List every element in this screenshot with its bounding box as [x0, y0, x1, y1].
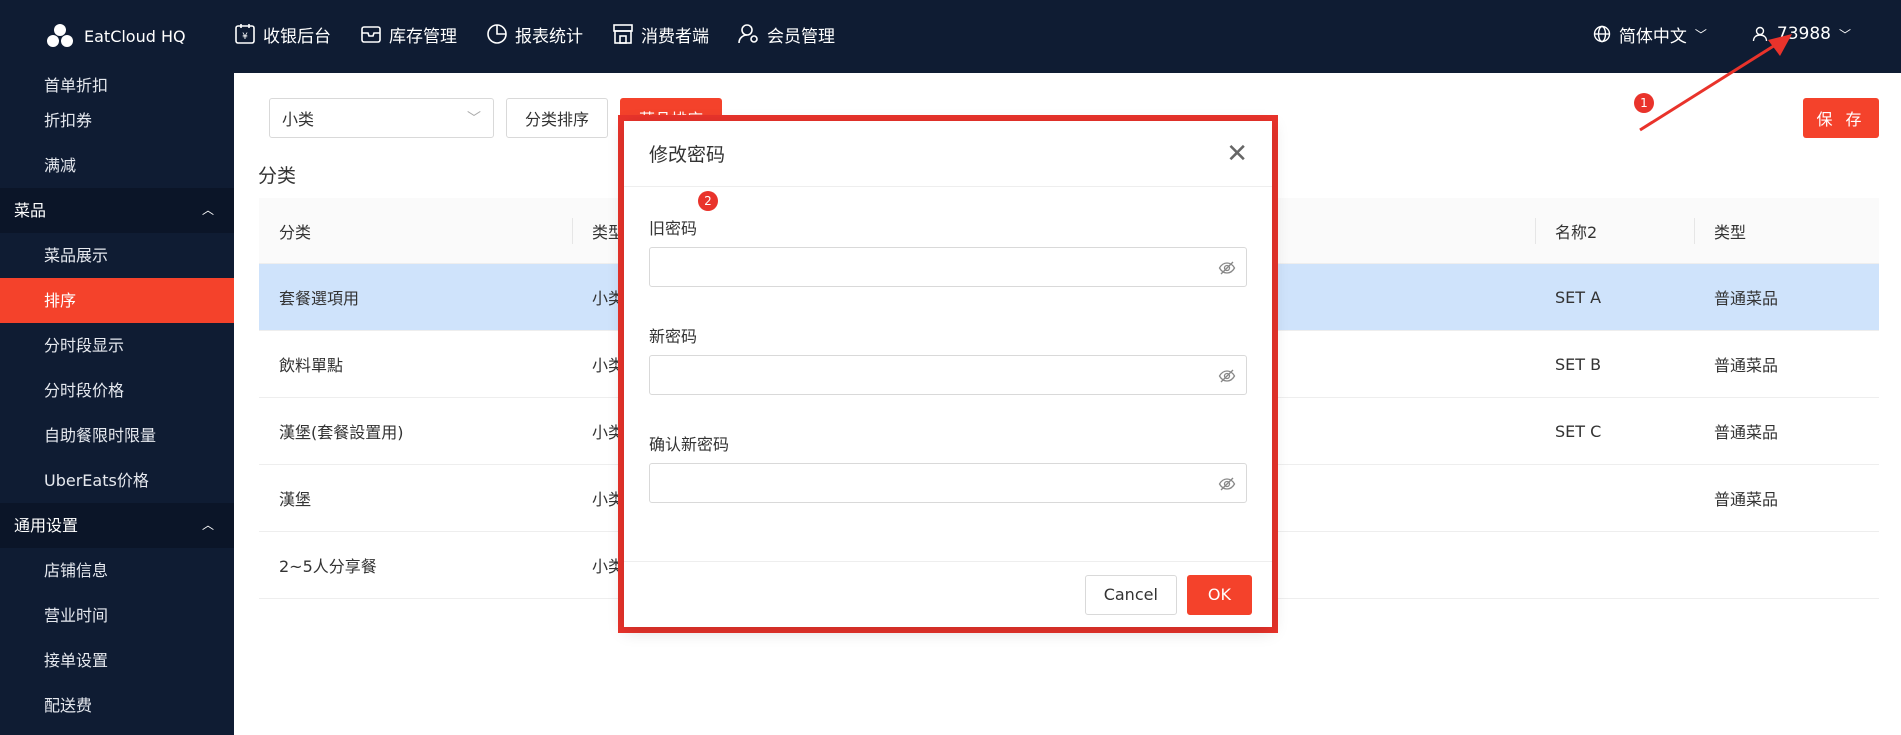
new-password-field-wrapper: [649, 355, 1247, 395]
category-sort-button[interactable]: 分类排序: [506, 98, 609, 138]
sidebar-group-dishes[interactable]: 菜品 ︿: [0, 188, 234, 233]
sidebar-item-ubereats-price[interactable]: UberEats价格: [0, 458, 234, 503]
sidebar-item-delivery-fee[interactable]: 配送费: [0, 683, 234, 728]
cell-category: 飲料單點: [279, 356, 344, 375]
sidebar-item-timed-price[interactable]: 分时段价格: [0, 368, 234, 413]
annotation-badge-1: 1: [1634, 93, 1654, 113]
chevron-up-icon: ︿: [201, 203, 214, 217]
sidebar-item-sort[interactable]: 排序: [0, 278, 234, 323]
cell-category: 2~5人分享餐: [279, 557, 377, 576]
sidebar: 首单折扣 折扣券 满减 菜品 ︿ 菜品展示 排序 分时段显示 分时段价格 自助餐…: [0, 73, 234, 735]
section-title: 分类: [258, 165, 297, 187]
globe-icon: [1593, 25, 1611, 43]
ok-button[interactable]: OK: [1186, 574, 1252, 615]
sidebar-item-full-reduction[interactable]: 满减: [0, 143, 234, 188]
cell-name2: SET B: [1555, 354, 1602, 374]
cell-dish-type: 普通菜品: [1714, 423, 1779, 442]
chevron-up-icon: ︿: [201, 518, 214, 532]
sidebar-item-business-hours[interactable]: 营业时间: [0, 593, 234, 638]
new-password-label: 新密码: [649, 327, 698, 346]
old-password-label: 旧密码: [649, 219, 698, 238]
dialog-title: 修改密码: [649, 144, 726, 166]
confirm-password-field-wrapper: [649, 463, 1247, 503]
sidebar-item-dish-display[interactable]: 菜品展示: [0, 233, 234, 278]
confirm-password-input[interactable]: [650, 464, 1246, 502]
eye-hidden-icon[interactable]: [1218, 475, 1236, 493]
cancel-button[interactable]: Cancel: [1084, 574, 1177, 615]
old-password-field-wrapper: [649, 247, 1247, 287]
annotation-badge-2: 2: [698, 191, 718, 211]
cell-dish-type: 普通菜品: [1714, 490, 1779, 509]
sidebar-item-order-settings[interactable]: 接单设置: [0, 638, 234, 683]
eye-hidden-icon[interactable]: [1218, 367, 1236, 385]
category-level-select[interactable]: 小类 ﹀: [269, 98, 494, 138]
header-name2: 名称2: [1555, 222, 1598, 242]
pie-chart-icon: [487, 24, 507, 44]
close-icon[interactable]: ✕: [1226, 141, 1248, 167]
nav-inventory[interactable]: 库存管理: [359, 16, 457, 52]
new-password-input[interactable]: [650, 356, 1246, 394]
sidebar-group-general[interactable]: 通用设置 ︿: [0, 503, 234, 548]
cashier-icon: ¥: [235, 24, 255, 44]
nav-consumer[interactable]: 消费者端: [611, 16, 709, 52]
brand-name: EatCloud HQ: [84, 26, 186, 46]
sidebar-item-first-order-discount[interactable]: 首单折扣: [0, 73, 234, 98]
nav-cashier-label: 收银后台: [263, 26, 331, 47]
cell-dish-type: 普通菜品: [1714, 356, 1779, 375]
main-nav: ¥ 收银后台 库存管理 报表统计 消费者端 会员管理: [233, 16, 835, 52]
cell-category: 漢堡(套餐設置用): [279, 423, 404, 442]
annotation-arrow: [1639, 34, 1792, 132]
confirm-password-label: 确认新密码: [649, 435, 730, 454]
cell-name2: SET A: [1555, 287, 1602, 307]
cell-category: 套餐選項用: [279, 289, 360, 308]
nav-members[interactable]: 会员管理: [737, 16, 835, 52]
eatcloud-logo-icon: [47, 24, 73, 47]
nav-members-label: 会员管理: [767, 26, 835, 47]
save-button[interactable]: 保 存: [1803, 98, 1879, 138]
sidebar-group-label: 通用设置: [14, 516, 79, 535]
header-divider: [1694, 218, 1695, 244]
chevron-down-icon: ﹀: [467, 111, 481, 127]
sidebar-item-store-info[interactable]: 店铺信息: [0, 548, 234, 593]
store-icon: [613, 24, 633, 44]
header-divider: [572, 218, 573, 244]
change-password-dialog: 修改密码 ✕ 2 旧密码 新密码 确认新密码 Cancel OK: [624, 121, 1272, 627]
dialog-header: 修改密码 ✕: [624, 121, 1272, 187]
top-header: EatCloud HQ ¥ 收银后台 库存管理 报表统计 消费者端 会员管理 简…: [0, 0, 1901, 73]
nav-reports-label: 报表统计: [515, 26, 583, 47]
header-dish-type: 类型: [1714, 222, 1747, 242]
cell-category: 漢堡: [279, 490, 312, 509]
brand-logo[interactable]: EatCloud HQ: [46, 18, 186, 54]
cell-name2: SET C: [1555, 421, 1602, 441]
sidebar-item-coupon[interactable]: 折扣券: [0, 98, 234, 143]
inventory-icon: [361, 26, 381, 43]
old-password-input[interactable]: [650, 248, 1246, 286]
sidebar-group-label: 菜品: [14, 201, 47, 220]
member-icon: [738, 24, 758, 44]
dialog-footer: Cancel OK: [624, 561, 1272, 627]
dialog-body: 旧密码 新密码 确认新密码: [624, 187, 1272, 503]
eye-hidden-icon[interactable]: [1218, 259, 1236, 277]
header-category: 分类: [279, 222, 312, 242]
nav-consumer-label: 消费者端: [641, 26, 709, 47]
select-value: 小类: [282, 110, 315, 129]
svg-text:¥: ¥: [242, 32, 248, 42]
sidebar-item-buffet-limit[interactable]: 自助餐限时限量: [0, 413, 234, 458]
header-divider: [1535, 218, 1536, 244]
nav-inventory-label: 库存管理: [389, 26, 457, 47]
nav-reports[interactable]: 报表统计: [485, 16, 583, 52]
chevron-down-icon: ﹀: [1838, 27, 1851, 42]
cell-dish-type: 普通菜品: [1714, 289, 1779, 308]
nav-cashier[interactable]: ¥ 收银后台: [233, 16, 331, 52]
sidebar-item-timed-display[interactable]: 分时段显示: [0, 323, 234, 368]
